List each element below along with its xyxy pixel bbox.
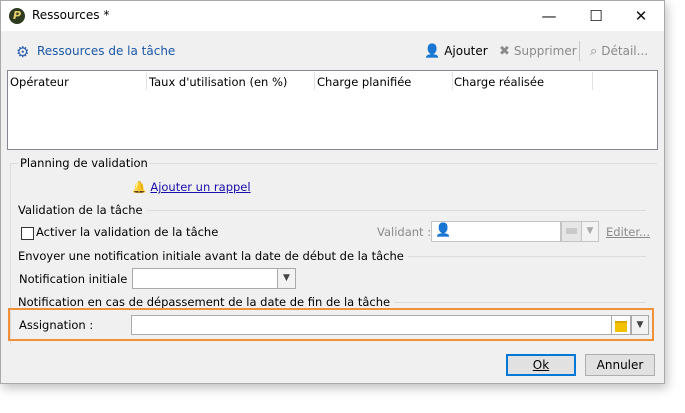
add-user-icon: 👤 [424,44,441,59]
column-separator [146,72,147,90]
add-label: Ajouter [444,44,488,58]
close-button[interactable]: ✕ [618,1,664,31]
title-bar: P Ressources * — ☐ ✕ [1,1,664,31]
folder-icon [615,321,627,332]
cancel-button[interactable]: Annuler [585,354,655,376]
column-header-operator[interactable]: Opérateur [10,75,69,89]
column-separator [314,72,315,90]
add-button[interactable]: 👤 Ajouter [424,44,488,59]
enable-validation-checkbox[interactable] [21,227,34,240]
validator-dropdown-button[interactable]: ▼ [581,221,599,242]
assignment-label: Assignation : [19,318,94,332]
chevron-down-icon: ▼ [586,226,594,236]
cancel-label: Annuler [596,358,644,372]
add-reminder-label: Ajouter un rappel [150,180,251,194]
chevron-down-icon: ▼ [636,320,644,330]
validator-field[interactable]: 👤 [431,221,561,242]
minimize-button[interactable]: — [526,1,572,31]
toolbar: ⚙ Ressources de la tâche 👤 Ajouter ✖ Suppr… [2,31,663,71]
assignment-dropdown-button[interactable]: ▼ [631,315,649,335]
app-icon: P [9,8,25,24]
validator-label: Validant : [377,225,432,239]
assignment-browse-button[interactable] [611,315,631,335]
validator-browse-button[interactable] [561,221,582,242]
user-icon: 👤 [435,223,452,238]
edit-link[interactable]: Editer... [606,225,650,239]
ok-button[interactable]: Ok [506,354,576,376]
column-separator [452,72,453,90]
chevron-down-icon: ▼ [283,273,290,283]
validation-section-title: Validation de la tâche [18,203,147,217]
detail-button[interactable]: ⌕ Détail... [590,44,648,59]
divider [358,302,646,303]
bell-icon: 🔔 [132,180,147,194]
delete-icon: ✖ [499,44,510,59]
delete-button[interactable]: ✖ Supprimer [499,44,577,59]
toolbar-separator [579,41,580,61]
delete-label: Supprimer [513,44,577,58]
assignment-field[interactable] [131,315,612,335]
ok-label: Ok [532,358,550,372]
column-header-usage-rate[interactable]: Taux d'utilisation (en %) [149,75,287,89]
resources-dialog: P Ressources * — ☐ ✕ ⚙ Ressources de la … [0,0,665,384]
validation-planning-label: Planning de validation [18,156,150,170]
enable-validation-label: Activer la validation de la tâche [36,225,219,239]
initial-notification-dropdown-button[interactable]: ▼ [277,268,296,289]
column-separator [592,72,593,90]
column-header-planned-load[interactable]: Charge planifiée [317,75,411,89]
initial-notification-select[interactable] [132,268,278,289]
add-reminder-link[interactable]: 🔔 Ajouter un rappel [132,180,251,194]
task-resources-label: Ressources de la tâche [37,44,176,58]
initial-notification-section-title: Envoyer une notification initiale avant … [18,249,408,263]
divider [133,210,646,211]
overdue-notification-section-title: Notification en cas de dépassement de la… [18,295,395,309]
column-header-actual-load[interactable]: Charge réalisée [454,75,544,89]
folder-icon [566,228,577,234]
divider [367,256,646,257]
initial-notification-label: Notification initiale : [19,272,135,286]
magnifier-icon: ⌕ [590,44,598,59]
detail-label: Détail... [601,44,649,58]
maximize-button[interactable]: ☐ [573,1,619,31]
gears-icon: ⚙ [16,43,30,61]
resources-grid[interactable]: Opérateur Taux d'utilisation (en %) Char… [7,70,658,150]
window-title: Ressources * [32,8,110,22]
